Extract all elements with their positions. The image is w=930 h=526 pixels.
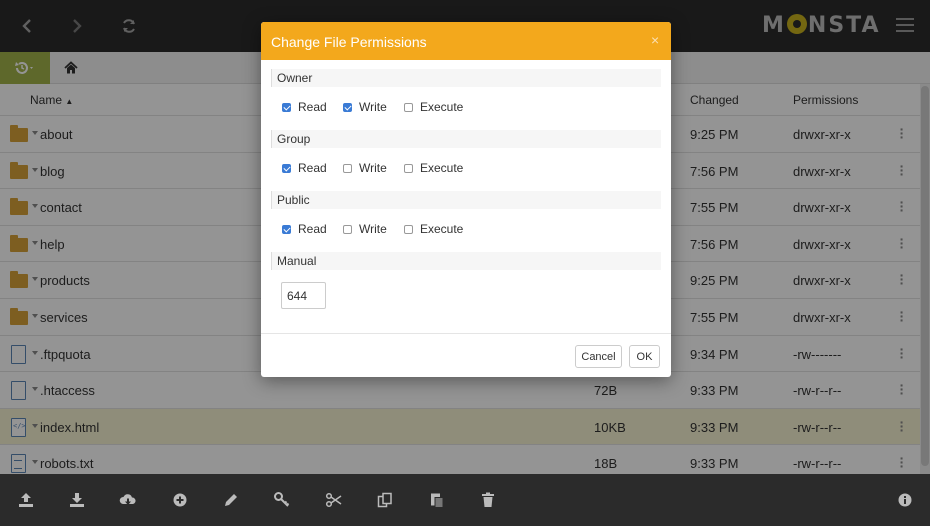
checkbox-box[interactable] xyxy=(404,163,413,173)
group-write-checkbox[interactable]: Write xyxy=(343,161,387,175)
owner-execute-checkbox[interactable]: Execute xyxy=(404,100,463,114)
checkbox-box[interactable] xyxy=(343,102,352,112)
dialog-header: Change File Permissions × xyxy=(261,22,671,60)
edit-icon[interactable] xyxy=(222,491,240,509)
owner-section-label: Owner xyxy=(271,69,661,87)
group-read-checkbox[interactable]: Read xyxy=(282,161,327,175)
cut-icon[interactable] xyxy=(325,491,343,509)
public-section-label: Public xyxy=(271,191,661,209)
checkbox-box[interactable] xyxy=(282,102,291,112)
copy-icon[interactable] xyxy=(376,491,394,509)
cancel-button[interactable]: Cancel xyxy=(575,345,622,368)
public-read-checkbox[interactable]: Read xyxy=(282,222,327,236)
public-write-checkbox[interactable]: Write xyxy=(343,222,387,236)
checkbox-box[interactable] xyxy=(282,163,291,173)
group-execute-checkbox[interactable]: Execute xyxy=(404,161,463,175)
manual-section-label: Manual xyxy=(271,252,661,270)
ok-button[interactable]: OK xyxy=(629,345,660,368)
cloud-download-icon[interactable] xyxy=(119,491,137,509)
checkbox-box[interactable] xyxy=(343,163,352,173)
bottom-toolbar xyxy=(0,474,930,526)
manual-permissions-input[interactable] xyxy=(281,282,326,309)
owner-write-checkbox[interactable]: Write xyxy=(343,100,387,114)
paste-icon[interactable] xyxy=(428,491,446,509)
public-execute-checkbox[interactable]: Execute xyxy=(404,222,463,236)
download-icon[interactable] xyxy=(68,491,86,509)
trash-icon[interactable] xyxy=(479,491,497,509)
group-section-label: Group xyxy=(271,130,661,148)
dialog-title: Change File Permissions xyxy=(271,34,427,50)
checkbox-box[interactable] xyxy=(404,224,413,234)
checkbox-box[interactable] xyxy=(282,224,291,234)
close-icon[interactable]: × xyxy=(651,32,659,48)
add-icon[interactable] xyxy=(171,491,189,509)
key-icon[interactable] xyxy=(273,491,291,509)
checkbox-box[interactable] xyxy=(343,224,352,234)
upload-icon[interactable] xyxy=(17,491,35,509)
info-icon[interactable] xyxy=(896,491,914,509)
checkbox-box[interactable] xyxy=(404,102,413,112)
dialog-footer: Cancel OK xyxy=(261,333,671,377)
owner-read-checkbox[interactable]: Read xyxy=(282,100,327,114)
change-permissions-dialog: Change File Permissions × Owner Read Wri… xyxy=(261,22,671,377)
